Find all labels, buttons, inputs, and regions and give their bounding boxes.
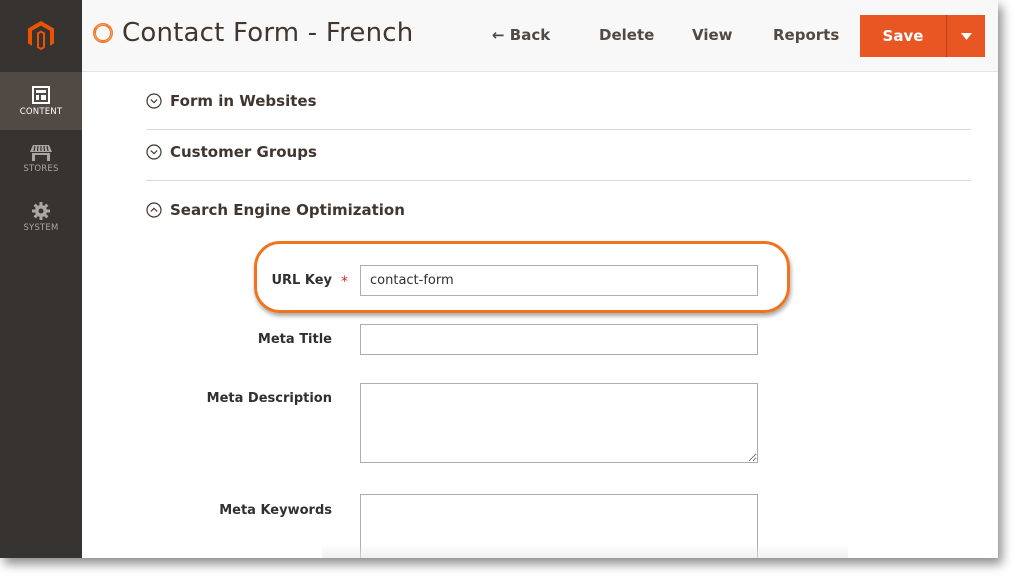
url-key-input[interactable] xyxy=(360,265,758,296)
meta-title-label: Meta Title xyxy=(257,332,332,347)
section-title: Form in Websites xyxy=(170,91,317,110)
back-button[interactable]: ← Back xyxy=(492,26,550,44)
loading-spinner-icon xyxy=(93,23,113,43)
gear-icon xyxy=(32,201,50,220)
save-options-button[interactable] xyxy=(946,15,985,57)
meta-description-label: Meta Description xyxy=(206,391,332,406)
content-layout-icon xyxy=(32,85,50,104)
page-title: Contact Form - French xyxy=(122,18,414,48)
sidebar-item-label: CONTENT xyxy=(19,106,63,117)
save-button[interactable]: Save xyxy=(860,15,946,57)
save-button-group: Save xyxy=(860,15,985,57)
section-seo[interactable]: Search Engine Optimization xyxy=(146,181,971,238)
storefront-icon xyxy=(30,144,52,161)
meta-keywords-textarea[interactable] xyxy=(360,494,758,558)
section-title: Search Engine Optimization xyxy=(170,200,405,219)
url-key-label: URL Key xyxy=(271,273,332,288)
magento-logo-icon xyxy=(28,21,54,51)
section-form-in-websites[interactable]: Form in Websites xyxy=(146,72,971,130)
delete-button[interactable]: Delete xyxy=(599,26,654,44)
sidebar-item-content[interactable]: CONTENT xyxy=(0,72,82,130)
caret-down-icon xyxy=(960,32,972,40)
required-marker: * xyxy=(341,274,348,290)
sidebar-item-system[interactable]: SYSTEM xyxy=(0,188,82,246)
app-window: CONTENT STORES SYSTEM Contact Form - Fre… xyxy=(0,0,998,558)
meta-title-input[interactable] xyxy=(360,324,758,355)
meta-description-textarea[interactable] xyxy=(360,383,758,463)
main-content: Form in Websites Customer Groups Search … xyxy=(82,72,998,558)
sidebar-item-label: SYSTEM xyxy=(23,222,59,233)
sidebar-item-stores[interactable]: STORES xyxy=(0,130,82,188)
section-title: Customer Groups xyxy=(170,142,317,161)
view-button[interactable]: View xyxy=(692,26,733,44)
section-customer-groups[interactable]: Customer Groups xyxy=(146,123,971,181)
meta-keywords-label: Meta Keywords xyxy=(219,503,332,518)
sidebar-item-label: STORES xyxy=(23,163,59,174)
page-header: Contact Form - French ← Back Delete View… xyxy=(82,0,998,72)
chevron-down-circle-icon xyxy=(146,92,162,109)
admin-sidebar: CONTENT STORES SYSTEM xyxy=(0,0,82,558)
chevron-down-circle-icon xyxy=(146,143,162,160)
logo[interactable] xyxy=(0,0,82,72)
reports-button[interactable]: Reports xyxy=(773,26,839,44)
chevron-up-circle-icon xyxy=(146,201,162,218)
